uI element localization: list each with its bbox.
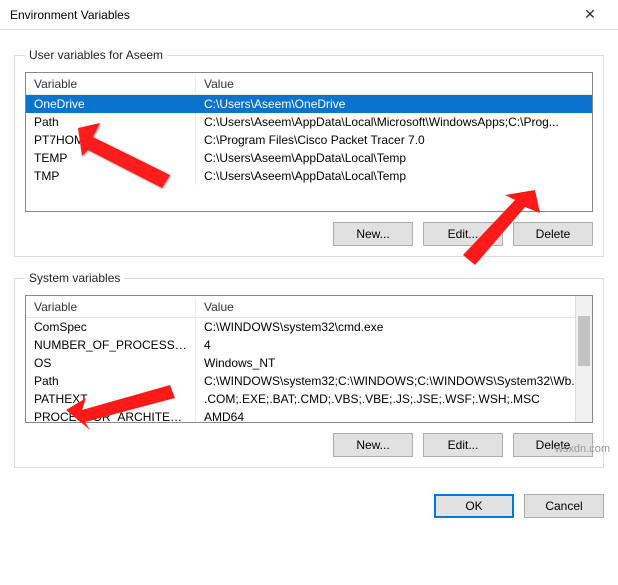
- table-row[interactable]: PROCESSOR_ARCHITECTURE AMD64: [26, 408, 592, 423]
- cell-value: .COM;.EXE;.BAT;.CMD;.VBS;.VBE;.JS;.JSE;.…: [196, 390, 592, 408]
- system-variables-group: System variables Variable Value ComSpec …: [14, 271, 604, 468]
- cell-variable: PROCESSOR_ARCHITECTURE: [26, 408, 196, 423]
- cell-value: 4: [196, 336, 592, 354]
- cell-variable: OneDrive: [26, 95, 196, 113]
- cancel-button[interactable]: Cancel: [524, 494, 604, 518]
- system-new-button[interactable]: New...: [333, 433, 413, 457]
- scrollbar[interactable]: [575, 296, 592, 422]
- table-row[interactable]: TEMP C:\Users\Aseem\AppData\Local\Temp: [26, 149, 592, 167]
- cell-value: Windows_NT: [196, 354, 592, 372]
- cell-value: AMD64: [196, 408, 592, 423]
- user-variables-legend: User variables for Aseem: [25, 48, 167, 62]
- close-button[interactable]: ✕: [570, 0, 610, 30]
- column-header-value[interactable]: Value: [196, 298, 592, 316]
- table-row[interactable]: NUMBER_OF_PROCESSORS 4: [26, 336, 592, 354]
- user-variables-table[interactable]: Variable Value OneDrive C:\Users\Aseem\O…: [25, 72, 593, 212]
- cell-value: C:\Users\Aseem\AppData\Local\Temp: [196, 149, 592, 167]
- dialog-footer: OK Cancel: [0, 490, 618, 528]
- table-row[interactable]: Path C:\WINDOWS\system32;C:\WINDOWS;C:\W…: [26, 372, 592, 390]
- table-row[interactable]: ComSpec C:\WINDOWS\system32\cmd.exe: [26, 318, 592, 336]
- cell-variable: Path: [26, 372, 196, 390]
- column-header-variable[interactable]: Variable: [26, 75, 196, 93]
- system-table-rows: ComSpec C:\WINDOWS\system32\cmd.exe NUMB…: [26, 318, 592, 423]
- table-row[interactable]: OneDrive C:\Users\Aseem\OneDrive: [26, 95, 592, 113]
- table-row[interactable]: TMP C:\Users\Aseem\AppData\Local\Temp: [26, 167, 592, 185]
- cell-variable: NUMBER_OF_PROCESSORS: [26, 336, 196, 354]
- cell-variable: TEMP: [26, 149, 196, 167]
- user-variables-group: User variables for Aseem Variable Value …: [14, 48, 604, 257]
- cell-value: C:\WINDOWS\system32;C:\WINDOWS;C:\WINDOW…: [196, 372, 592, 390]
- table-row[interactable]: Path C:\Users\Aseem\AppData\Local\Micros…: [26, 113, 592, 131]
- dialog-body: User variables for Aseem Variable Value …: [0, 30, 618, 490]
- cell-variable: ComSpec: [26, 318, 196, 336]
- table-row[interactable]: PT7HOME C:\Program Files\Cisco Packet Tr…: [26, 131, 592, 149]
- cell-value: C:\WINDOWS\system32\cmd.exe: [196, 318, 592, 336]
- cell-variable: OS: [26, 354, 196, 372]
- cell-variable: TMP: [26, 167, 196, 185]
- cell-variable: PATHEXT: [26, 390, 196, 408]
- system-variables-legend: System variables: [25, 271, 124, 285]
- watermark-text: wsxdn.com: [555, 443, 610, 455]
- system-variables-table[interactable]: Variable Value ComSpec C:\WINDOWS\system…: [25, 295, 593, 423]
- close-icon: ✕: [584, 6, 596, 23]
- user-new-button[interactable]: New...: [333, 222, 413, 246]
- cell-variable: PT7HOME: [26, 131, 196, 149]
- user-delete-button[interactable]: Delete: [513, 222, 593, 246]
- title-bar: Environment Variables ✕: [0, 0, 618, 30]
- user-variables-buttons: New... Edit... Delete: [25, 222, 593, 246]
- user-table-rows: OneDrive C:\Users\Aseem\OneDrive Path C:…: [26, 95, 592, 185]
- dialog-title: Environment Variables: [10, 8, 570, 22]
- system-table-header: Variable Value: [26, 296, 592, 318]
- table-row[interactable]: OS Windows_NT: [26, 354, 592, 372]
- scrollbar-thumb[interactable]: [578, 316, 590, 366]
- cell-value: C:\Program Files\Cisco Packet Tracer 7.0: [196, 131, 592, 149]
- user-edit-button[interactable]: Edit...: [423, 222, 503, 246]
- table-row[interactable]: PATHEXT .COM;.EXE;.BAT;.CMD;.VBS;.VBE;.J…: [26, 390, 592, 408]
- cell-value: C:\Users\Aseem\OneDrive: [196, 95, 592, 113]
- column-header-variable[interactable]: Variable: [26, 298, 196, 316]
- column-header-value[interactable]: Value: [196, 75, 592, 93]
- ok-button[interactable]: OK: [434, 494, 514, 518]
- cell-variable: Path: [26, 113, 196, 131]
- cell-value: C:\Users\Aseem\AppData\Local\Temp: [196, 167, 592, 185]
- system-variables-buttons: New... Edit... Delete: [25, 433, 593, 457]
- user-table-header: Variable Value: [26, 73, 592, 95]
- cell-value: C:\Users\Aseem\AppData\Local\Microsoft\W…: [196, 113, 592, 131]
- system-edit-button[interactable]: Edit...: [423, 433, 503, 457]
